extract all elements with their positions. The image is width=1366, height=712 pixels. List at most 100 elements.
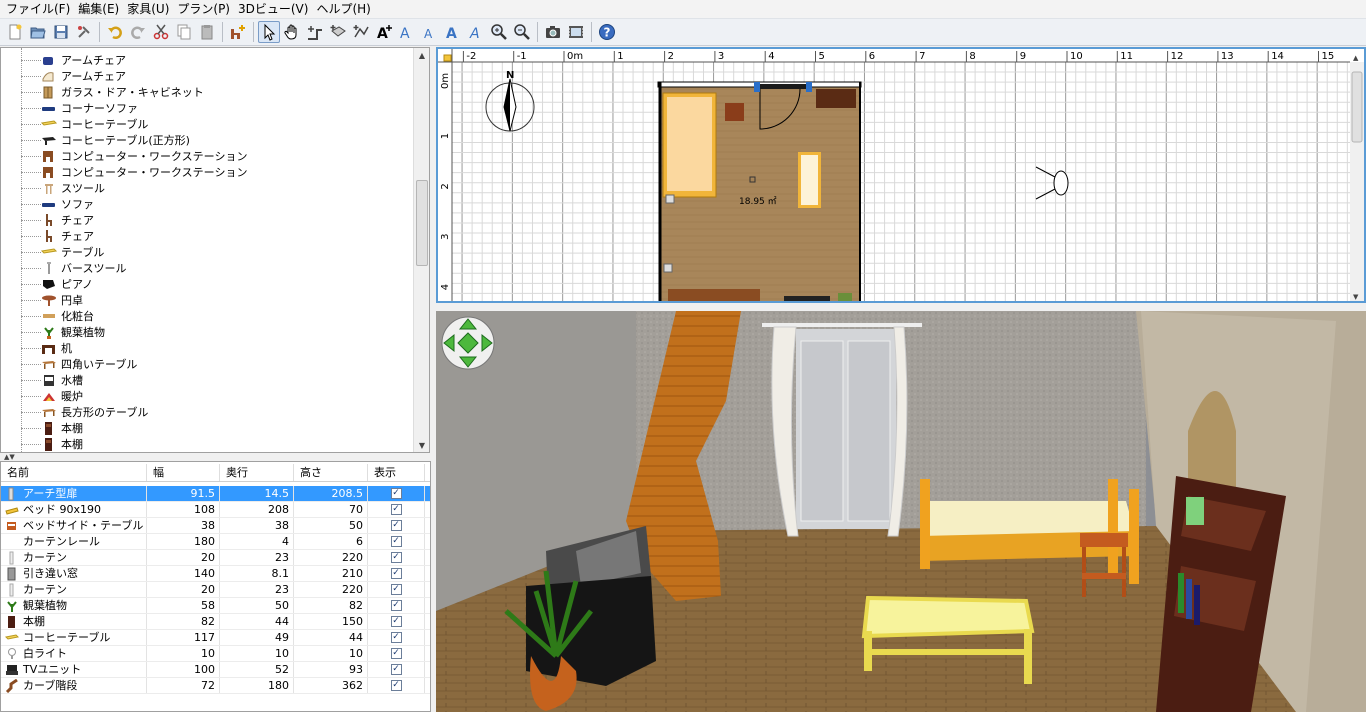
catalog-item[interactable]: 化粧台 bbox=[21, 308, 411, 324]
table-row[interactable]: ベッド 90x190 108 208 70 ✓ bbox=[1, 502, 430, 518]
header-visible[interactable]: 表示 bbox=[368, 464, 425, 481]
plan-arched-door[interactable] bbox=[760, 84, 808, 89]
plan-curtain-marker[interactable] bbox=[663, 263, 673, 273]
text-bold-icon[interactable]: A bbox=[442, 21, 464, 43]
table-row[interactable]: コーヒーテーブル 117 49 44 ✓ bbox=[1, 630, 430, 646]
table-row[interactable]: 本棚 82 44 150 ✓ bbox=[1, 614, 430, 630]
table-row[interactable]: カーブ階段 72 180 362 ✓ bbox=[1, 678, 430, 694]
catalog-scroll-thumb[interactable] bbox=[416, 180, 428, 266]
3d-canvas[interactable] bbox=[436, 311, 1366, 712]
scroll-up-arrow-icon[interactable]: ▲ bbox=[414, 48, 429, 62]
plan-plant[interactable] bbox=[838, 293, 852, 301]
visible-checkbox[interactable]: ✓ bbox=[390, 600, 402, 611]
visible-checkbox[interactable]: ✓ bbox=[390, 632, 402, 643]
catalog-item[interactable]: コーナーソファ bbox=[21, 100, 411, 116]
catalog-item[interactable]: チェア bbox=[21, 228, 411, 244]
visible-checkbox[interactable]: ✓ bbox=[390, 552, 402, 563]
catalog-item[interactable]: アームチェア bbox=[21, 68, 411, 84]
text-style-a-icon[interactable]: A bbox=[396, 21, 418, 43]
splitter-arrows-icon[interactable]: ▲▼ bbox=[4, 453, 15, 461]
menu-3dview[interactable]: 3Dビュー(V) bbox=[234, 1, 312, 17]
menu-file[interactable]: ファイル(F) bbox=[2, 1, 74, 17]
visible-checkbox[interactable]: ✓ bbox=[390, 680, 402, 691]
header-height[interactable]: 高さ bbox=[294, 464, 368, 481]
catalog-item[interactable]: スツール bbox=[21, 180, 411, 196]
table-row[interactable]: カーテン 20 23 220 ✓ bbox=[1, 582, 430, 598]
plan-scroll-up-icon[interactable]: ▲ bbox=[1353, 54, 1359, 62]
plan-scroll-thumb[interactable] bbox=[1351, 71, 1363, 143]
catalog-item[interactable]: ガラス・ドア・キャビネット bbox=[21, 84, 411, 100]
catalog-item[interactable]: テーブル bbox=[21, 244, 411, 260]
plan-canvas[interactable]: -2 -1 0m 1 2 3 4 5 6 7 8 9 10 11 12 13 14 15 0m1234 N bbox=[438, 49, 1364, 301]
table-row[interactable]: カーテンレール 180 4 6 ✓ bbox=[1, 534, 430, 550]
header-name[interactable]: 名前 bbox=[1, 464, 147, 481]
table-row[interactable]: アーチ型扉 91.5 14.5 208.5 ✓ bbox=[1, 486, 430, 502]
table-row[interactable]: 観葉植物 58 50 82 ✓ bbox=[1, 598, 430, 614]
help-icon[interactable]: ? bbox=[596, 21, 618, 43]
visible-checkbox[interactable]: ✓ bbox=[390, 536, 402, 547]
text-italic-icon[interactable]: A bbox=[465, 21, 487, 43]
plan-stairs[interactable] bbox=[668, 289, 760, 301]
catalog-item[interactable]: アームチェア bbox=[21, 52, 411, 68]
table-row[interactable]: 引き違い窓 140 8.1 210 ✓ bbox=[1, 566, 430, 582]
plan-scroll-down-icon[interactable]: ▼ bbox=[1353, 293, 1359, 301]
header-depth[interactable]: 奥行 bbox=[220, 464, 294, 481]
menu-help[interactable]: ヘルプ(H) bbox=[312, 1, 374, 17]
text-style-b-icon[interactable]: A bbox=[419, 21, 441, 43]
catalog-item[interactable]: ソファ bbox=[21, 196, 411, 212]
catalog-item[interactable]: 観葉植物 bbox=[21, 324, 411, 340]
add-furniture-icon[interactable] bbox=[227, 21, 249, 43]
create-polylines-icon[interactable] bbox=[350, 21, 372, 43]
save-file-icon[interactable] bbox=[50, 21, 72, 43]
visible-checkbox[interactable]: ✓ bbox=[390, 584, 402, 595]
plan-view[interactable]: -2 -1 0m 1 2 3 4 5 6 7 8 9 10 11 12 13 14 15 0m 1 2 3 4 N bbox=[436, 47, 1366, 303]
scissors-icon[interactable] bbox=[150, 21, 172, 43]
visible-checkbox[interactable]: ✓ bbox=[390, 648, 402, 659]
catalog-item[interactable]: 暖炉 bbox=[21, 388, 411, 404]
create-video-icon[interactable] bbox=[565, 21, 587, 43]
compass-rose[interactable]: N bbox=[485, 70, 535, 132]
visible-checkbox[interactable]: ✓ bbox=[390, 504, 402, 515]
table-row[interactable]: カーテン 20 23 220 ✓ bbox=[1, 550, 430, 566]
table-row[interactable]: ベッドサイド・テーブル 38 38 50 ✓ bbox=[1, 518, 430, 534]
catalog-item[interactable]: 本棚 bbox=[21, 420, 411, 436]
add-text-icon[interactable]: A bbox=[373, 21, 395, 43]
catalog-item[interactable]: 長方形のテーブル bbox=[21, 404, 411, 420]
visible-checkbox[interactable]: ✓ bbox=[390, 568, 402, 579]
zoom-out-icon[interactable] bbox=[511, 21, 533, 43]
table-row[interactable]: TVユニット 100 52 93 ✓ bbox=[1, 662, 430, 678]
scroll-down-arrow-icon[interactable]: ▼ bbox=[414, 438, 429, 452]
3d-navigation-arrows[interactable] bbox=[441, 316, 495, 370]
catalog-item[interactable]: 水槽 bbox=[21, 372, 411, 388]
table-row[interactable]: 白ライト 10 10 10 ✓ bbox=[1, 646, 430, 662]
plan-curtain-marker[interactable] bbox=[665, 194, 675, 204]
plan-tv-unit[interactable] bbox=[784, 296, 830, 301]
open-file-icon[interactable] bbox=[27, 21, 49, 43]
menu-furniture[interactable]: 家具(U) bbox=[123, 1, 173, 17]
catalog-item[interactable]: バースツール bbox=[21, 260, 411, 276]
paste-icon[interactable] bbox=[196, 21, 218, 43]
create-walls-icon[interactable] bbox=[304, 21, 326, 43]
catalog-item[interactable]: 机 bbox=[21, 340, 411, 356]
visible-checkbox[interactable]: ✓ bbox=[390, 488, 402, 499]
plan-bedside-table[interactable] bbox=[725, 103, 744, 121]
plan-bookshelf[interactable] bbox=[816, 89, 856, 108]
visible-checkbox[interactable]: ✓ bbox=[390, 520, 402, 531]
redo-icon[interactable] bbox=[127, 21, 149, 43]
visible-checkbox[interactable]: ✓ bbox=[390, 616, 402, 627]
catalog-item[interactable]: 四角いテーブル bbox=[21, 356, 411, 372]
select-arrow-icon[interactable] bbox=[258, 21, 280, 43]
zoom-in-icon[interactable] bbox=[488, 21, 510, 43]
copy-icon[interactable] bbox=[173, 21, 195, 43]
visible-checkbox[interactable]: ✓ bbox=[390, 664, 402, 675]
3d-view[interactable] bbox=[436, 311, 1366, 712]
create-rooms-icon[interactable] bbox=[327, 21, 349, 43]
plan-door-handle-left[interactable] bbox=[754, 82, 760, 92]
catalog-item[interactable]: 円卓 bbox=[21, 292, 411, 308]
plan-3d-splitter[interactable] bbox=[436, 303, 1366, 311]
plan-door-handle-right[interactable] bbox=[806, 82, 812, 92]
catalog-item[interactable]: ピアノ bbox=[21, 276, 411, 292]
catalog-item[interactable]: コーヒーテーブル(正方形) bbox=[21, 132, 411, 148]
catalog-item[interactable]: コンピューター・ワークステーション bbox=[21, 148, 411, 164]
new-file-icon[interactable] bbox=[4, 21, 26, 43]
